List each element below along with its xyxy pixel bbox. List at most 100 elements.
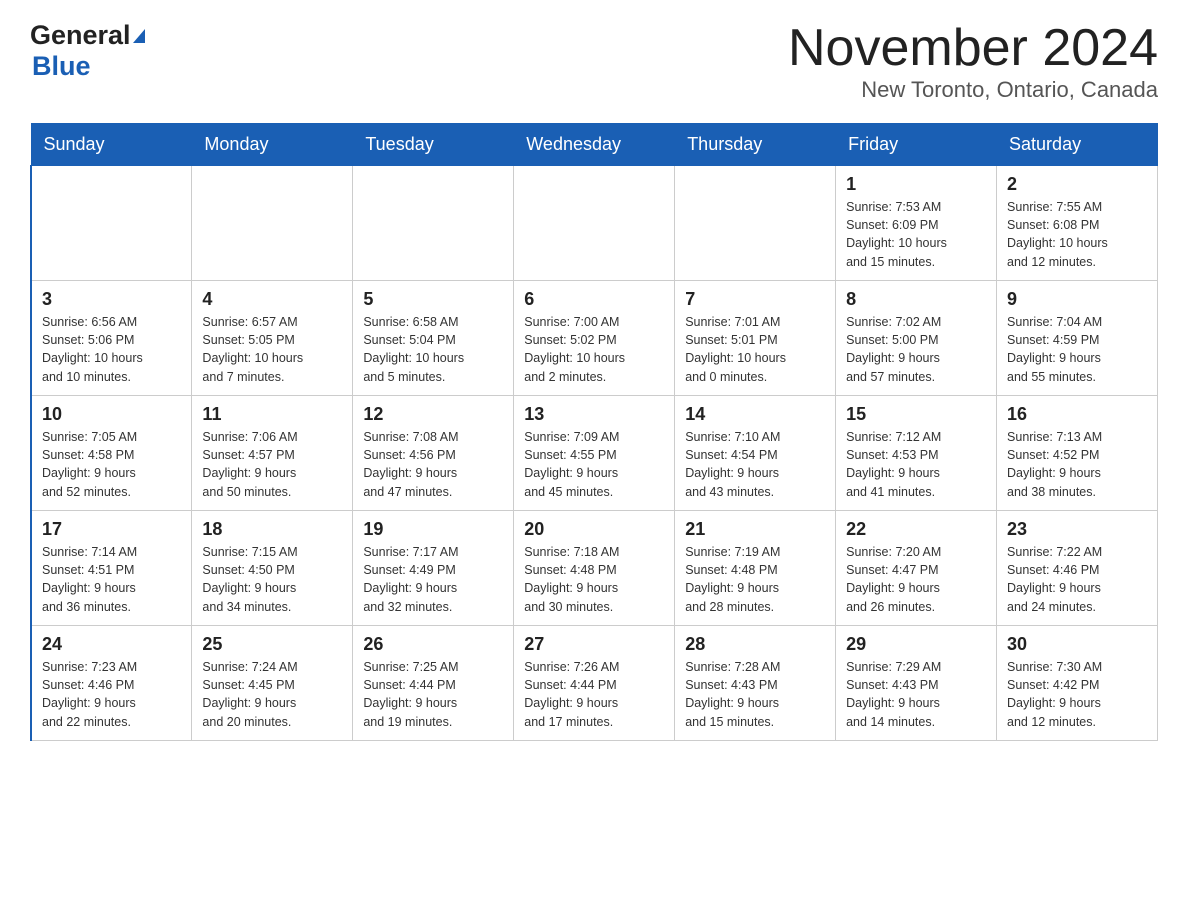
day-info: Sunrise: 7:55 AM Sunset: 6:08 PM Dayligh… [1007,198,1147,271]
logo-line2: Blue [30,51,145,82]
day-number: 12 [363,404,503,425]
day-info: Sunrise: 7:29 AM Sunset: 4:43 PM Dayligh… [846,658,986,731]
day-info: Sunrise: 7:15 AM Sunset: 4:50 PM Dayligh… [202,543,342,616]
calendar-cell: 14Sunrise: 7:10 AM Sunset: 4:54 PM Dayli… [675,396,836,511]
col-header-saturday: Saturday [997,124,1158,166]
logo: General Blue [30,20,145,82]
day-number: 27 [524,634,664,655]
day-number: 10 [42,404,181,425]
day-info: Sunrise: 7:22 AM Sunset: 4:46 PM Dayligh… [1007,543,1147,616]
day-number: 26 [363,634,503,655]
calendar-cell [514,166,675,281]
col-header-friday: Friday [836,124,997,166]
day-info: Sunrise: 7:02 AM Sunset: 5:00 PM Dayligh… [846,313,986,386]
calendar-title: November 2024 [788,20,1158,77]
week-row-5: 24 Sunrise: 7:23 AM Sunset: 4:46 PM Dayli… [31,626,1158,741]
day-info: Sunrise: 6:56 AM Sunset: 5:06 PM Dayligh… [42,313,181,386]
calendar-cell: 15Sunrise: 7:12 AM Sunset: 4:53 PM Dayli… [836,396,997,511]
page-header: General Blue November 2024 New Toronto, … [30,20,1158,103]
calendar-cell [353,166,514,281]
day-info: Sunrise: 7:14 AM Sunset: 4:51 PM Dayligh… [42,543,181,616]
calendar-cell: 4 Sunrise: 6:57 AM Sunset: 5:05 PM Daylig… [192,281,353,396]
calendar-cell: 22Sunrise: 7:20 AM Sunset: 4:47 PM Dayli… [836,511,997,626]
calendar-cell: 18Sunrise: 7:15 AM Sunset: 4:50 PM Dayli… [192,511,353,626]
week-row-2: 3 Sunrise: 6:56 AM Sunset: 5:06 PM Daylig… [31,281,1158,396]
day-info: Sunrise: 7:28 AM Sunset: 4:43 PM Dayligh… [685,658,825,731]
col-header-tuesday: Tuesday [353,124,514,166]
day-number: 9 [1007,289,1147,310]
day-number: 24 [42,634,181,655]
calendar-cell: 13Sunrise: 7:09 AM Sunset: 4:55 PM Dayli… [514,396,675,511]
calendar-cell: 17 Sunrise: 7:14 AM Sunset: 4:51 PM Dayli… [31,511,192,626]
day-info: Sunrise: 7:01 AM Sunset: 5:01 PM Dayligh… [685,313,825,386]
day-info: Sunrise: 7:24 AM Sunset: 4:45 PM Dayligh… [202,658,342,731]
calendar-cell [192,166,353,281]
day-number: 3 [42,289,181,310]
col-header-thursday: Thursday [675,124,836,166]
day-number: 8 [846,289,986,310]
day-number: 23 [1007,519,1147,540]
day-info: Sunrise: 7:08 AM Sunset: 4:56 PM Dayligh… [363,428,503,501]
calendar-cell: 9Sunrise: 7:04 AM Sunset: 4:59 PM Daylig… [997,281,1158,396]
day-number: 2 [1007,174,1147,195]
day-info: Sunrise: 7:10 AM Sunset: 4:54 PM Dayligh… [685,428,825,501]
calendar-cell: 1 Sunrise: 7:53 AM Sunset: 6:09 PM Daylig… [836,166,997,281]
calendar-cell: 23 Sunrise: 7:22 AM Sunset: 4:46 PM Dayli… [997,511,1158,626]
day-number: 28 [685,634,825,655]
title-block: November 2024 New Toronto, Ontario, Cana… [788,20,1158,103]
col-header-wednesday: Wednesday [514,124,675,166]
day-info: Sunrise: 7:53 AM Sunset: 6:09 PM Dayligh… [846,198,986,271]
logo-line1: General [30,20,145,51]
day-info: Sunrise: 7:17 AM Sunset: 4:49 PM Dayligh… [363,543,503,616]
day-number: 22 [846,519,986,540]
day-info: Sunrise: 7:06 AM Sunset: 4:57 PM Dayligh… [202,428,342,501]
calendar-cell: 3 Sunrise: 6:56 AM Sunset: 5:06 PM Daylig… [31,281,192,396]
day-info: Sunrise: 7:23 AM Sunset: 4:46 PM Dayligh… [42,658,181,731]
day-info: Sunrise: 7:00 AM Sunset: 5:02 PM Dayligh… [524,313,664,386]
calendar-cell [675,166,836,281]
day-number: 20 [524,519,664,540]
calendar-cell: 11Sunrise: 7:06 AM Sunset: 4:57 PM Dayli… [192,396,353,511]
calendar-cell [31,166,192,281]
calendar-cell: 19 Sunrise: 7:17 AM Sunset: 4:49 PM Dayli… [353,511,514,626]
day-number: 1 [846,174,986,195]
day-number: 17 [42,519,181,540]
calendar-cell: 29 Sunrise: 7:29 AM Sunset: 4:43 PM Dayli… [836,626,997,741]
day-info: Sunrise: 7:25 AM Sunset: 4:44 PM Dayligh… [363,658,503,731]
day-number: 25 [202,634,342,655]
calendar-table: SundayMondayTuesdayWednesdayThursdayFrid… [30,123,1158,741]
day-number: 6 [524,289,664,310]
day-info: Sunrise: 7:26 AM Sunset: 4:44 PM Dayligh… [524,658,664,731]
calendar-subtitle: New Toronto, Ontario, Canada [788,77,1158,103]
calendar-cell: 28 Sunrise: 7:28 AM Sunset: 4:43 PM Dayli… [675,626,836,741]
day-number: 15 [846,404,986,425]
week-row-4: 17 Sunrise: 7:14 AM Sunset: 4:51 PM Dayli… [31,511,1158,626]
day-info: Sunrise: 7:19 AM Sunset: 4:48 PM Dayligh… [685,543,825,616]
day-info: Sunrise: 7:05 AM Sunset: 4:58 PM Dayligh… [42,428,181,501]
day-number: 29 [846,634,986,655]
calendar-cell: 30Sunrise: 7:30 AM Sunset: 4:42 PM Dayli… [997,626,1158,741]
calendar-header-row: SundayMondayTuesdayWednesdayThursdayFrid… [31,124,1158,166]
day-number: 5 [363,289,503,310]
calendar-cell: 10 Sunrise: 7:05 AM Sunset: 4:58 PM Dayli… [31,396,192,511]
calendar-cell: 20Sunrise: 7:18 AM Sunset: 4:48 PM Dayli… [514,511,675,626]
day-info: Sunrise: 7:09 AM Sunset: 4:55 PM Dayligh… [524,428,664,501]
calendar-cell: 2 Sunrise: 7:55 AM Sunset: 6:08 PM Daylig… [997,166,1158,281]
day-info: Sunrise: 7:30 AM Sunset: 4:42 PM Dayligh… [1007,658,1147,731]
day-number: 21 [685,519,825,540]
calendar-cell: 21 Sunrise: 7:19 AM Sunset: 4:48 PM Dayli… [675,511,836,626]
week-row-3: 10 Sunrise: 7:05 AM Sunset: 4:58 PM Dayli… [31,396,1158,511]
day-number: 4 [202,289,342,310]
calendar-cell: 16Sunrise: 7:13 AM Sunset: 4:52 PM Dayli… [997,396,1158,511]
day-number: 16 [1007,404,1147,425]
calendar-cell: 5 Sunrise: 6:58 AM Sunset: 5:04 PM Daylig… [353,281,514,396]
calendar-cell: 7 Sunrise: 7:01 AM Sunset: 5:01 PM Daylig… [675,281,836,396]
calendar-cell: 26 Sunrise: 7:25 AM Sunset: 4:44 PM Dayli… [353,626,514,741]
day-number: 19 [363,519,503,540]
calendar-cell: 8 Sunrise: 7:02 AM Sunset: 5:00 PM Daylig… [836,281,997,396]
calendar-cell: 25 Sunrise: 7:24 AM Sunset: 4:45 PM Dayli… [192,626,353,741]
day-number: 7 [685,289,825,310]
day-info: Sunrise: 6:58 AM Sunset: 5:04 PM Dayligh… [363,313,503,386]
logo-triangle-icon [133,29,145,43]
day-info: Sunrise: 6:57 AM Sunset: 5:05 PM Dayligh… [202,313,342,386]
